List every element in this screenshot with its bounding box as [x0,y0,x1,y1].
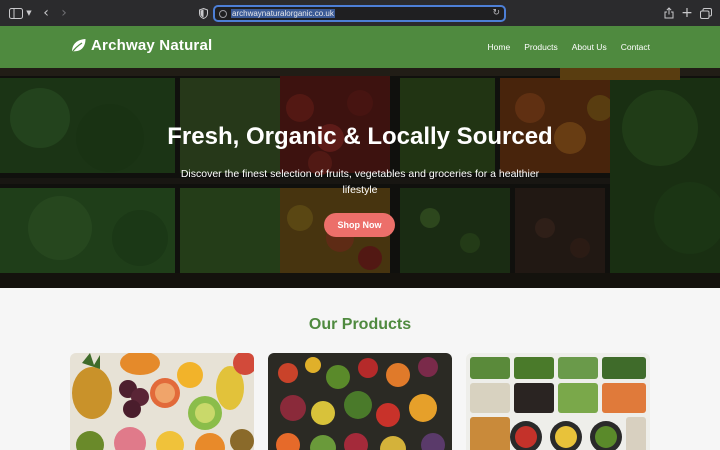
new-tab-icon[interactable]: + [680,5,694,21]
products-title: Our Products [308,316,412,333]
sidebar-icon[interactable] [8,5,24,21]
chevron-down-icon[interactable]: ▼ [24,5,34,21]
leaf-icon [70,37,87,54]
products-section: Our Products [0,288,720,450]
share-icon[interactable] [662,5,676,21]
product-card-groceries[interactable] [466,353,650,450]
vegetables-image [268,353,452,450]
browser-toolbar: ▼ ‹ › archwaynaturalorganic.co.uk ↻ + [0,0,720,26]
url-text[interactable]: archwaynaturalorganic.co.uk [231,9,335,18]
tabs-overview-icon[interactable] [699,5,713,21]
site-header: Archway Natural Home Products About Us C… [0,26,720,68]
hero-subtitle: Discover the finest selection of fruits,… [180,168,540,196]
fruits-image [70,353,254,450]
hero-banner: Fresh, Organic & Locally Sourced Discove… [0,68,720,288]
groceries-image [466,353,650,450]
nav-about-us[interactable]: About Us [572,42,607,52]
main-nav: Home Products About Us Contact [488,42,651,52]
forward-icon[interactable]: › [57,5,71,21]
product-card-fruits[interactable] [70,353,254,450]
nav-products[interactable]: Products [524,42,558,52]
site-icon [219,9,227,18]
hero-title: Fresh, Organic & Locally Sourced [167,123,553,150]
reload-icon[interactable]: ↻ [492,8,500,18]
product-card-vegetables[interactable] [268,353,452,450]
back-icon[interactable]: ‹ [39,5,53,21]
site-logo[interactable]: Archway Natural [70,37,212,54]
address-bar[interactable]: archwaynaturalorganic.co.uk ↻ [213,5,506,22]
brand-name: Archway Natural [91,37,213,54]
shield-icon[interactable] [196,5,210,21]
shop-now-button[interactable]: Shop Now [324,213,395,237]
nav-contact[interactable]: Contact [621,42,650,52]
nav-home[interactable]: Home [488,42,511,52]
